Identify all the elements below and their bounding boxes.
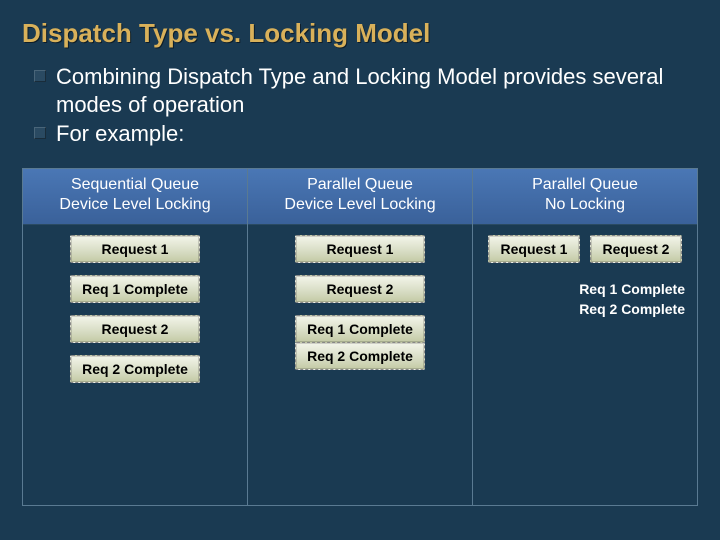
column-header: Parallel Queue Device Level Locking [248,169,472,226]
bullet-text: For example: [56,120,184,148]
request-chip: Request 1 [295,235,425,263]
request-chip: Request 2 [590,235,682,263]
complete-chip: Req 1 Complete [70,275,200,303]
column-parallel-locking: Parallel Queue Device Level Locking Requ… [248,169,473,506]
bullet-list: Combining Dispatch Type and Locking Mode… [34,63,698,148]
bullet-text: Combining Dispatch Type and Locking Mode… [56,63,698,118]
request-chip: Request 2 [70,315,200,343]
header-line: Parallel Queue [252,175,468,196]
bullet-icon [34,70,46,82]
header-line: No Locking [477,195,693,216]
header-line: Sequential Queue [27,175,243,196]
diagram-container: Sequential Queue Device Level Locking Re… [22,168,698,507]
complete-chip: Req 2 Complete [70,355,200,383]
bullet-item: Combining Dispatch Type and Locking Mode… [34,63,698,118]
complete-stack: Req 1 Complete Req 2 Complete [295,315,425,370]
column-body: Request 1 Request 2 Req 1 Complete Req 2… [473,225,697,505]
complete-text: Req 2 Complete [579,301,685,317]
complete-chip: Req 1 Complete [295,315,425,343]
column-body: Request 1 Req 1 Complete Request 2 Req 2… [23,225,247,505]
slide-title: Dispatch Type vs. Locking Model [22,18,698,49]
complete-text: Req 1 Complete [579,281,685,297]
complete-chip: Req 2 Complete [295,342,425,370]
column-header: Parallel Queue No Locking [473,169,697,226]
header-line: Device Level Locking [252,195,468,216]
column-header: Sequential Queue Device Level Locking [23,169,247,226]
bullet-icon [34,127,46,139]
request-row: Request 1 Request 2 [488,235,682,263]
header-line: Device Level Locking [27,195,243,216]
column-sequential: Sequential Queue Device Level Locking Re… [23,169,248,506]
bullet-item: For example: [34,120,698,148]
column-body: Request 1 Request 2 Req 1 Complete Req 2… [248,225,472,505]
request-chip: Request 1 [488,235,580,263]
request-chip: Request 1 [70,235,200,263]
complete-group: Req 1 Complete Req 2 Complete [481,281,689,317]
header-line: Parallel Queue [477,175,693,196]
column-parallel-nolock: Parallel Queue No Locking Request 1 Requ… [473,169,697,506]
request-chip: Request 2 [295,275,425,303]
